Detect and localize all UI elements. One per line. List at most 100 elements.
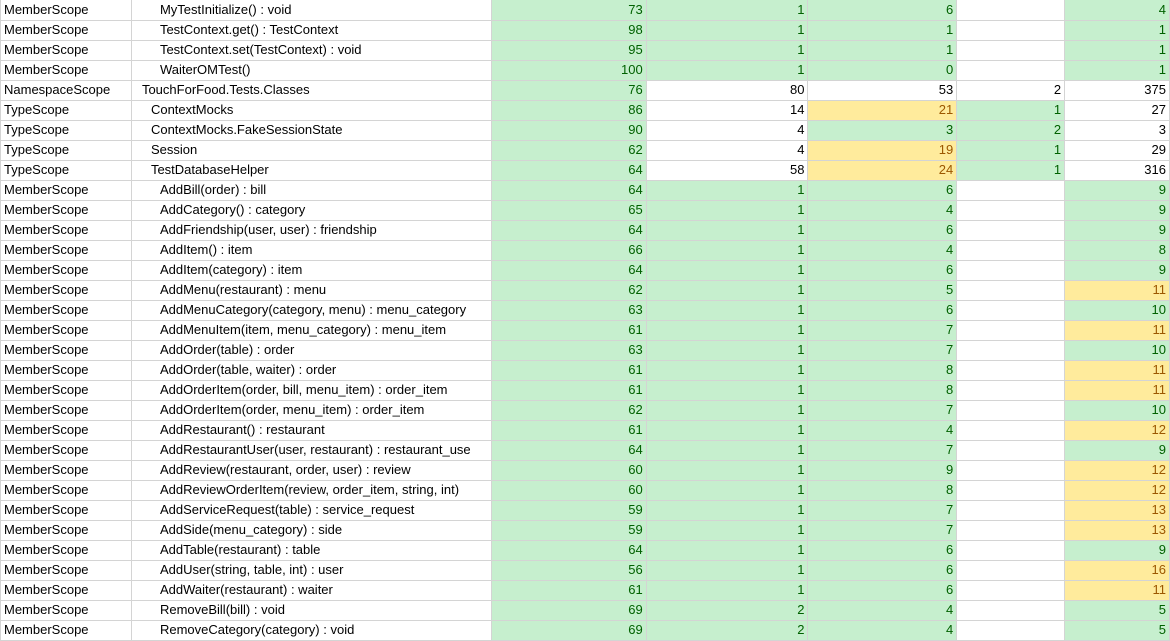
scope-name-cell[interactable]: AddItem() : item [130, 239, 492, 261]
scope-name-cell[interactable]: TouchForFood.Tests.Classes [130, 79, 492, 101]
metric-cell-4[interactable] [956, 459, 1066, 481]
scope-kind-cell[interactable]: MemberScope [0, 39, 132, 61]
metric-cell-2[interactable]: 2 [645, 619, 809, 641]
scope-name-cell[interactable]: ContextMocks [130, 99, 492, 121]
metric-cell-2[interactable]: 1 [645, 239, 809, 261]
metric-cell-3[interactable]: 8 [807, 359, 958, 381]
metric-cell-4[interactable] [956, 0, 1066, 21]
metric-cell-2[interactable]: 1 [645, 499, 809, 521]
metric-cell-1[interactable]: 64 [490, 539, 647, 561]
metric-cell-1[interactable]: 62 [490, 279, 647, 301]
metric-cell-5[interactable]: 5 [1064, 619, 1170, 641]
metric-cell-1[interactable]: 59 [490, 499, 647, 521]
metric-cell-5[interactable]: 16 [1064, 559, 1170, 581]
scope-name-cell[interactable]: MyTestInitialize() : void [130, 0, 492, 21]
scope-kind-cell[interactable]: MemberScope [0, 459, 132, 481]
metric-cell-4[interactable] [956, 39, 1066, 61]
metric-cell-3[interactable]: 6 [807, 539, 958, 561]
metric-cell-3[interactable]: 4 [807, 419, 958, 441]
metric-cell-3[interactable]: 6 [807, 0, 958, 21]
scope-name-cell[interactable]: AddOrder(table, waiter) : order [130, 359, 492, 381]
metric-cell-1[interactable]: 61 [490, 379, 647, 401]
metric-cell-5[interactable]: 29 [1064, 139, 1170, 161]
metric-cell-5[interactable]: 10 [1064, 339, 1170, 361]
metric-cell-1[interactable]: 60 [490, 479, 647, 501]
metric-cell-3[interactable]: 9 [807, 459, 958, 481]
scope-kind-cell[interactable]: MemberScope [0, 559, 132, 581]
metric-cell-5[interactable]: 1 [1064, 19, 1170, 41]
metric-cell-1[interactable]: 95 [490, 39, 647, 61]
metric-cell-1[interactable]: 64 [490, 439, 647, 461]
scope-kind-cell[interactable]: MemberScope [0, 599, 132, 621]
metric-cell-1[interactable]: 61 [490, 359, 647, 381]
metric-cell-4[interactable] [956, 359, 1066, 381]
scope-kind-cell[interactable]: MemberScope [0, 299, 132, 321]
metric-cell-1[interactable]: 61 [490, 319, 647, 341]
metric-cell-2[interactable]: 1 [645, 419, 809, 441]
metric-cell-4[interactable] [956, 259, 1066, 281]
scope-kind-cell[interactable]: MemberScope [0, 499, 132, 521]
metric-cell-5[interactable]: 27 [1064, 99, 1170, 121]
metric-cell-2[interactable]: 1 [645, 39, 809, 61]
metric-cell-5[interactable]: 10 [1064, 399, 1170, 421]
metric-cell-3[interactable]: 6 [807, 259, 958, 281]
metric-cell-3[interactable]: 1 [807, 19, 958, 41]
metric-cell-2[interactable]: 1 [645, 359, 809, 381]
scope-name-cell[interactable]: AddServiceRequest(table) : service_reque… [130, 499, 492, 521]
scope-name-cell[interactable]: AddTable(restaurant) : table [130, 539, 492, 561]
metric-cell-5[interactable]: 8 [1064, 239, 1170, 261]
metric-cell-1[interactable]: 56 [490, 559, 647, 581]
scope-kind-cell[interactable]: MemberScope [0, 619, 132, 641]
scope-name-cell[interactable]: AddOrder(table) : order [130, 339, 492, 361]
metric-cell-3[interactable]: 7 [807, 399, 958, 421]
metric-cell-3[interactable]: 7 [807, 339, 958, 361]
metric-cell-1[interactable]: 60 [490, 459, 647, 481]
scope-kind-cell[interactable]: MemberScope [0, 359, 132, 381]
scope-name-cell[interactable]: AddMenu(restaurant) : menu [130, 279, 492, 301]
scope-name-cell[interactable]: TestContext.set(TestContext) : void [130, 39, 492, 61]
scope-kind-cell[interactable]: MemberScope [0, 319, 132, 341]
scope-name-cell[interactable]: AddMenuCategory(category, menu) : menu_c… [130, 299, 492, 321]
metric-cell-3[interactable]: 8 [807, 479, 958, 501]
scope-kind-cell[interactable]: MemberScope [0, 0, 132, 21]
metric-cell-1[interactable]: 63 [490, 299, 647, 321]
metric-cell-4[interactable]: 1 [956, 99, 1066, 121]
metric-cell-2[interactable]: 2 [645, 599, 809, 621]
metric-cell-3[interactable]: 24 [807, 159, 958, 181]
scope-kind-cell[interactable]: MemberScope [0, 379, 132, 401]
scope-kind-cell[interactable]: MemberScope [0, 179, 132, 201]
metric-cell-2[interactable]: 1 [645, 0, 809, 21]
metric-cell-4[interactable]: 2 [956, 119, 1066, 141]
metric-cell-4[interactable] [956, 279, 1066, 301]
metric-cell-4[interactable]: 2 [956, 79, 1066, 101]
metric-cell-5[interactable]: 11 [1064, 579, 1170, 601]
metric-cell-2[interactable]: 80 [645, 79, 809, 101]
scope-kind-cell[interactable]: MemberScope [0, 59, 132, 81]
metric-cell-5[interactable]: 12 [1064, 479, 1170, 501]
scope-name-cell[interactable]: AddFriendship(user, user) : friendship [130, 219, 492, 241]
metric-cell-3[interactable]: 6 [807, 299, 958, 321]
scope-name-cell[interactable]: AddMenuItem(item, menu_category) : menu_… [130, 319, 492, 341]
metric-cell-5[interactable]: 9 [1064, 439, 1170, 461]
metric-cell-1[interactable]: 66 [490, 239, 647, 261]
metric-cell-3[interactable]: 6 [807, 579, 958, 601]
scope-name-cell[interactable]: AddOrderItem(order, bill, menu_item) : o… [130, 379, 492, 401]
metric-cell-3[interactable]: 4 [807, 619, 958, 641]
metric-cell-4[interactable] [956, 179, 1066, 201]
scope-kind-cell[interactable]: MemberScope [0, 519, 132, 541]
metric-cell-4[interactable] [956, 19, 1066, 41]
metric-cell-4[interactable] [956, 339, 1066, 361]
metric-cell-3[interactable]: 21 [807, 99, 958, 121]
scope-name-cell[interactable]: RemoveCategory(category) : void [130, 619, 492, 641]
metric-cell-5[interactable]: 9 [1064, 259, 1170, 281]
metric-cell-3[interactable]: 19 [807, 139, 958, 161]
metric-cell-4[interactable] [956, 399, 1066, 421]
metric-cell-2[interactable]: 1 [645, 219, 809, 241]
metric-cell-2[interactable]: 1 [645, 199, 809, 221]
scope-kind-cell[interactable]: TypeScope [0, 119, 132, 141]
metric-cell-4[interactable] [956, 619, 1066, 641]
metric-cell-3[interactable]: 6 [807, 179, 958, 201]
metric-cell-1[interactable]: 62 [490, 139, 647, 161]
metric-cell-3[interactable]: 3 [807, 119, 958, 141]
scope-name-cell[interactable]: AddCategory() : category [130, 199, 492, 221]
